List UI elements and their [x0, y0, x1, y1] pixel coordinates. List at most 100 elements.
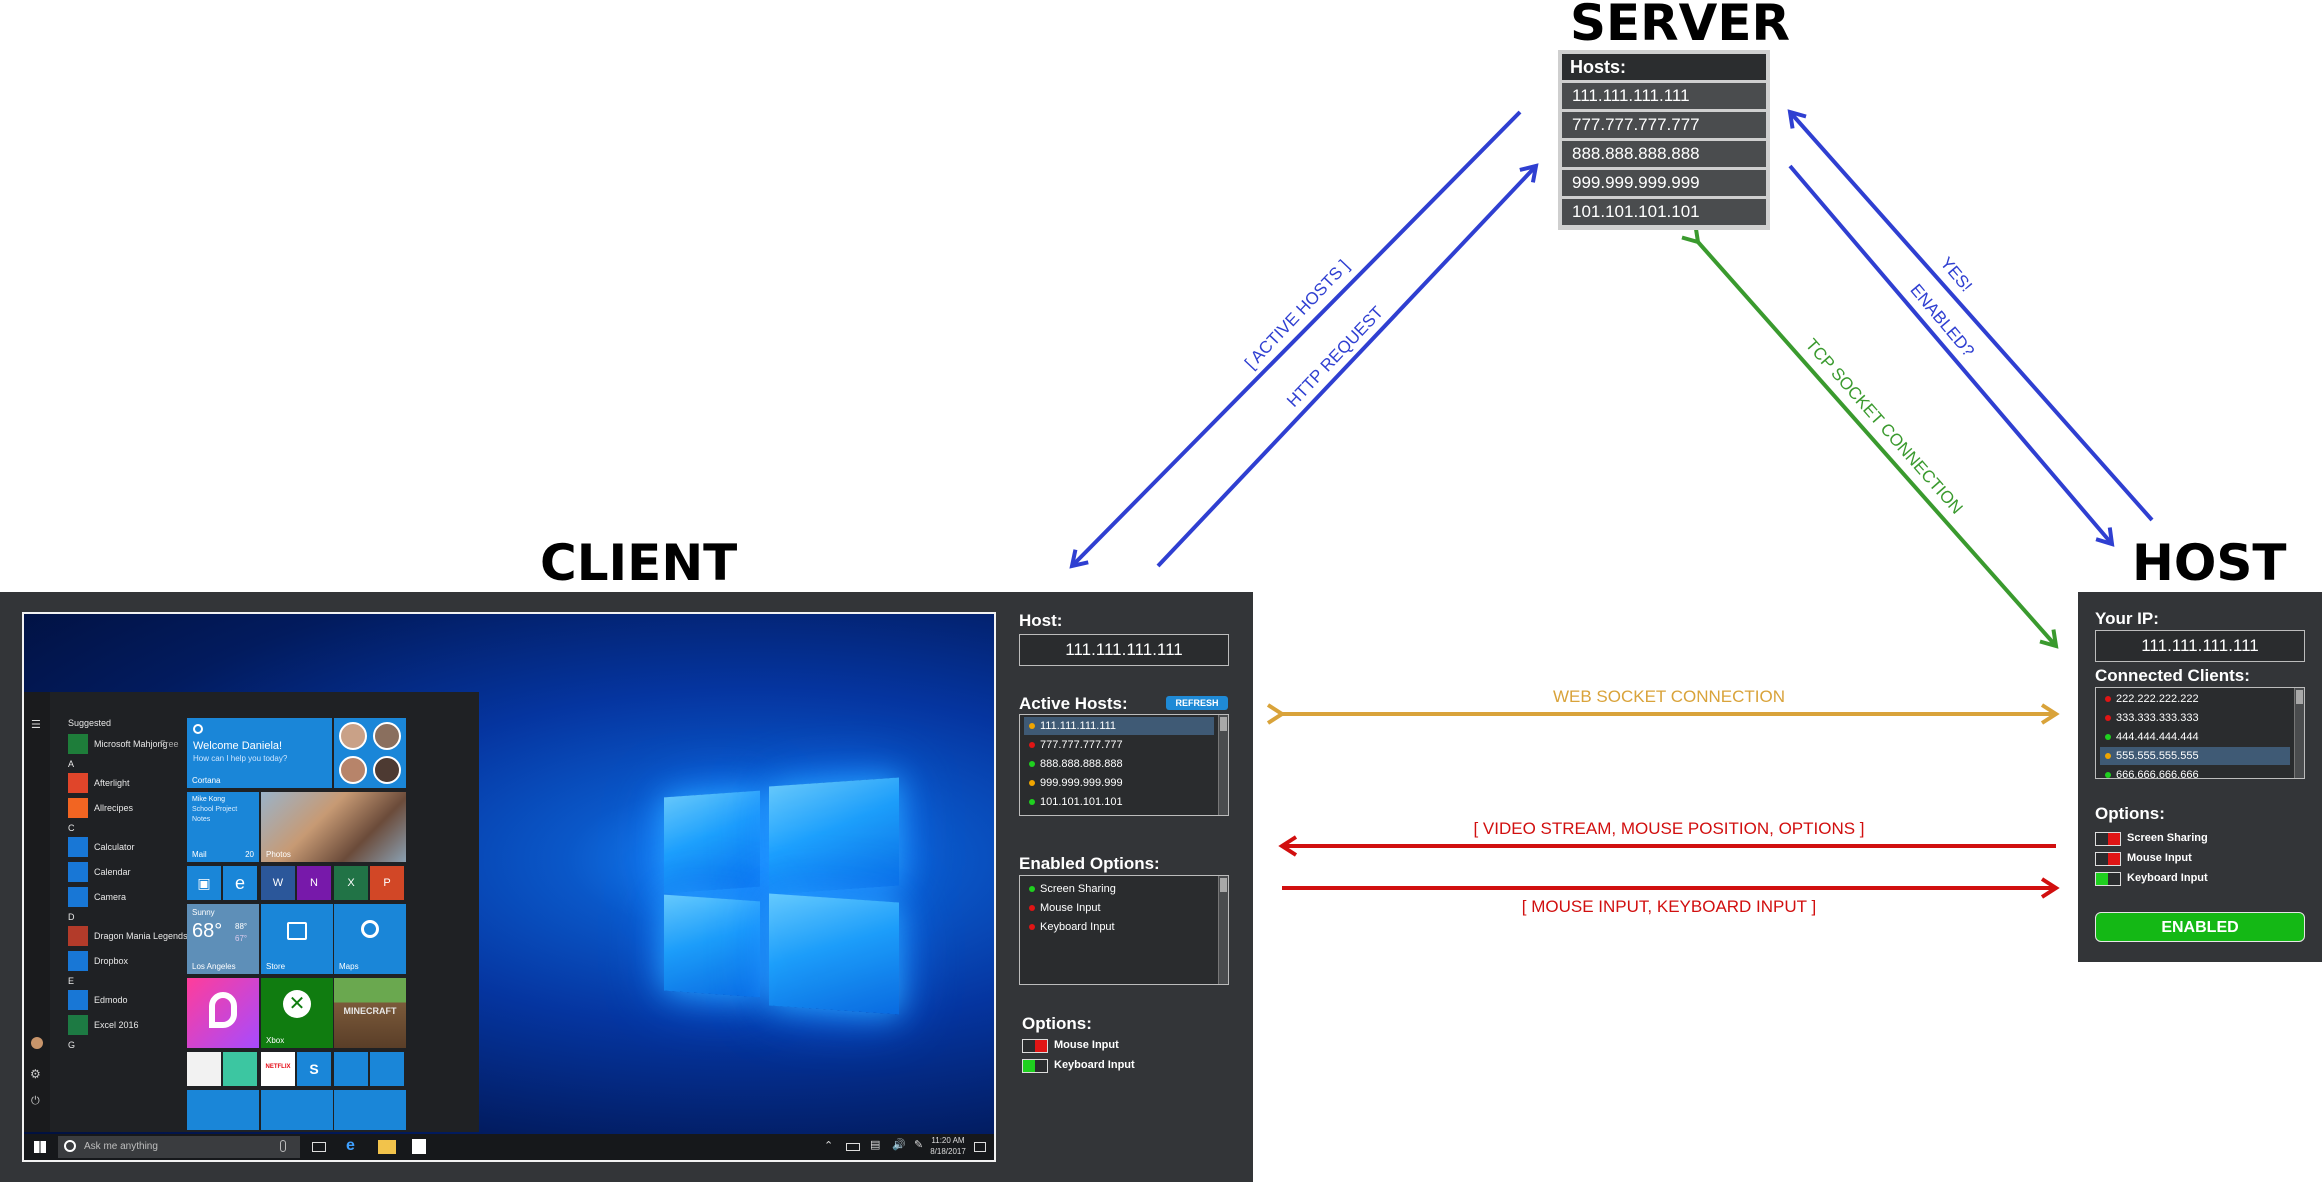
- hamburger-icon[interactable]: ☰: [31, 718, 41, 731]
- microphone-icon[interactable]: [280, 1140, 286, 1152]
- word-app-tile[interactable]: W: [261, 866, 295, 900]
- store-taskbar-icon[interactable]: [412, 1139, 426, 1154]
- scrollbar-thumb[interactable]: [2296, 690, 2303, 704]
- user-avatar-icon[interactable]: [31, 1037, 43, 1049]
- battery-icon[interactable]: [846, 1143, 860, 1151]
- movies-tile[interactable]: [334, 1052, 368, 1086]
- list-item-label: 666.666.666.666: [2116, 769, 2199, 781]
- people-tile[interactable]: [334, 718, 406, 788]
- status-dot: [1029, 924, 1035, 930]
- app-group-letter[interactable]: C: [68, 823, 75, 833]
- app-list-item[interactable]: Dragon Mania Legends: [94, 931, 188, 941]
- app-list-item[interactable]: Allrecipes: [94, 803, 133, 813]
- clock-date[interactable]: 8/18/2017: [930, 1147, 966, 1156]
- cortana-tile[interactable]: Welcome Daniela! How can I help you toda…: [187, 718, 332, 788]
- app-group-letter[interactable]: E: [68, 976, 74, 986]
- app-list-item[interactable]: Afterlight: [94, 778, 130, 788]
- app-group-letter[interactable]: A: [68, 759, 74, 769]
- app-list-item[interactable]: Edmodo: [94, 995, 128, 1005]
- edge-app-tile[interactable]: e: [223, 866, 257, 900]
- mail-tile[interactable]: Mike Kong School Project Notes Mail 20: [187, 792, 259, 862]
- app-icon: [68, 1015, 88, 1035]
- maps-small-tile[interactable]: [261, 1090, 333, 1130]
- edge-taskbar-icon[interactable]: e: [346, 1137, 355, 1155]
- task-view-icon[interactable]: [312, 1142, 326, 1152]
- list-item[interactable]: Screen Sharing: [1024, 880, 1214, 898]
- connect-tile[interactable]: [370, 1052, 404, 1086]
- power-icon[interactable]: ⏻: [31, 1095, 40, 1108]
- settings-gear-icon[interactable]: ⚙: [30, 1067, 41, 1081]
- app-list-item[interactable]: Camera: [94, 892, 126, 902]
- weather-temp: 68°: [192, 920, 223, 942]
- app-list-item[interactable]: Calendar: [94, 867, 131, 877]
- option-toggle[interactable]: [1022, 1059, 1048, 1073]
- camera-tile[interactable]: [187, 1090, 259, 1130]
- volume-icon[interactable]: 🔊: [892, 1138, 906, 1151]
- skype-tile[interactable]: S: [297, 1052, 331, 1086]
- list-item[interactable]: 888.888.888.888: [1024, 755, 1214, 773]
- windows-start-icon[interactable]: [34, 1141, 46, 1153]
- powerpoint-app-tile[interactable]: P: [370, 866, 404, 900]
- app-list-item[interactable]: Dropbox: [94, 956, 128, 966]
- calendar-app-tile[interactable]: ▣: [187, 866, 221, 900]
- app-list-item[interactable]: Excel 2016: [94, 1020, 139, 1030]
- option-toggle[interactable]: [2095, 872, 2121, 886]
- list-item[interactable]: 666.666.666.666: [2100, 766, 2290, 784]
- list-item[interactable]: 777.777.777.777: [1024, 736, 1214, 754]
- network-icon[interactable]: ▤: [870, 1138, 880, 1151]
- status-dot: [2105, 772, 2111, 778]
- app-list-item[interactable]: Calculator: [94, 842, 135, 852]
- option-toggle[interactable]: [2095, 852, 2121, 866]
- list-item[interactable]: Keyboard Input: [1024, 918, 1214, 936]
- list-item[interactable]: 333.333.333.333: [2100, 709, 2290, 727]
- picsart-tile[interactable]: [187, 978, 259, 1048]
- list-item[interactable]: 222.222.222.222: [2100, 690, 2290, 708]
- connected-clients-scrollbar[interactable]: [2294, 688, 2304, 778]
- file-explorer-icon[interactable]: [378, 1140, 396, 1154]
- photos-label: Photos: [266, 850, 291, 859]
- app-price-tag: Free: [160, 739, 179, 749]
- option-toggle[interactable]: [2095, 832, 2121, 846]
- active-hosts-list[interactable]: 111.111.111.111 777.777.777.777 888.888.88…: [1019, 714, 1229, 816]
- maps-tile[interactable]: Maps: [334, 904, 406, 974]
- active-hosts-scrollbar[interactable]: [1218, 715, 1228, 815]
- client-host-ip-field[interactable]: 111.111.111.111: [1019, 634, 1229, 666]
- action-center-icon[interactable]: [974, 1142, 986, 1152]
- up-chevron-icon[interactable]: ⌃: [824, 1139, 833, 1152]
- photos-tile[interactable]: Photos: [261, 792, 406, 862]
- option-toggle[interactable]: [1022, 1039, 1048, 1053]
- list-item[interactable]: 999.999.999.999: [1024, 774, 1214, 792]
- list-item[interactable]: 444.444.444.444: [2100, 728, 2290, 746]
- app-group-letter[interactable]: D: [68, 912, 75, 922]
- onenote-app-tile[interactable]: N: [297, 866, 331, 900]
- enabled-button[interactable]: ENABLED: [2095, 912, 2305, 942]
- excel-app-tile[interactable]: X: [334, 866, 368, 900]
- xbox-tile[interactable]: ✕ Xbox: [261, 978, 333, 1048]
- connected-clients-list[interactable]: 222.222.222.222 333.333.333.333 444.444.44…: [2095, 687, 2305, 781]
- clock-time[interactable]: 11:20 AM: [930, 1136, 966, 1145]
- list-item[interactable]: 101.101.101.101: [1024, 793, 1214, 811]
- enabled-options-scrollbar[interactable]: [1218, 876, 1228, 984]
- app-list-item[interactable]: Microsoft Mahjong: [94, 739, 168, 749]
- pen-icon[interactable]: ✎: [914, 1138, 923, 1151]
- scrollbar-thumb[interactable]: [1220, 878, 1227, 892]
- list-item[interactable]: Mouse Input: [1024, 899, 1214, 917]
- list-item[interactable]: 111.111.111.111: [1024, 717, 1214, 735]
- netflix-tile[interactable]: NETFLIX: [261, 1052, 295, 1086]
- server-host-row: 101.101.101.101: [1562, 199, 1766, 225]
- scrollbar-thumb[interactable]: [1220, 717, 1227, 731]
- weather-tile[interactable]: Sunny 68° 88° 67° Los Angeles: [187, 904, 259, 974]
- list-item-label: Mouse Input: [1040, 902, 1101, 914]
- weather-low: 67°: [235, 934, 248, 943]
- small-app-tile[interactable]: [223, 1052, 257, 1086]
- weather-small-tile[interactable]: [334, 1090, 406, 1130]
- search-input[interactable]: Ask me anything: [58, 1136, 300, 1158]
- minecraft-tile[interactable]: MINECRAFT: [334, 978, 406, 1048]
- refresh-button[interactable]: REFRESH: [1166, 696, 1228, 710]
- small-app-tile[interactable]: [187, 1052, 221, 1086]
- store-tile[interactable]: Store: [261, 904, 333, 974]
- windows-logo-pane: [769, 893, 899, 1015]
- app-group-letter[interactable]: G: [68, 1040, 75, 1050]
- list-item[interactable]: 555.555.555.555: [2100, 747, 2290, 765]
- remote-desktop-view[interactable]: ☰ ⚙ ⏻ Suggested Microsoft Mahjong Free A Af…: [22, 612, 996, 1162]
